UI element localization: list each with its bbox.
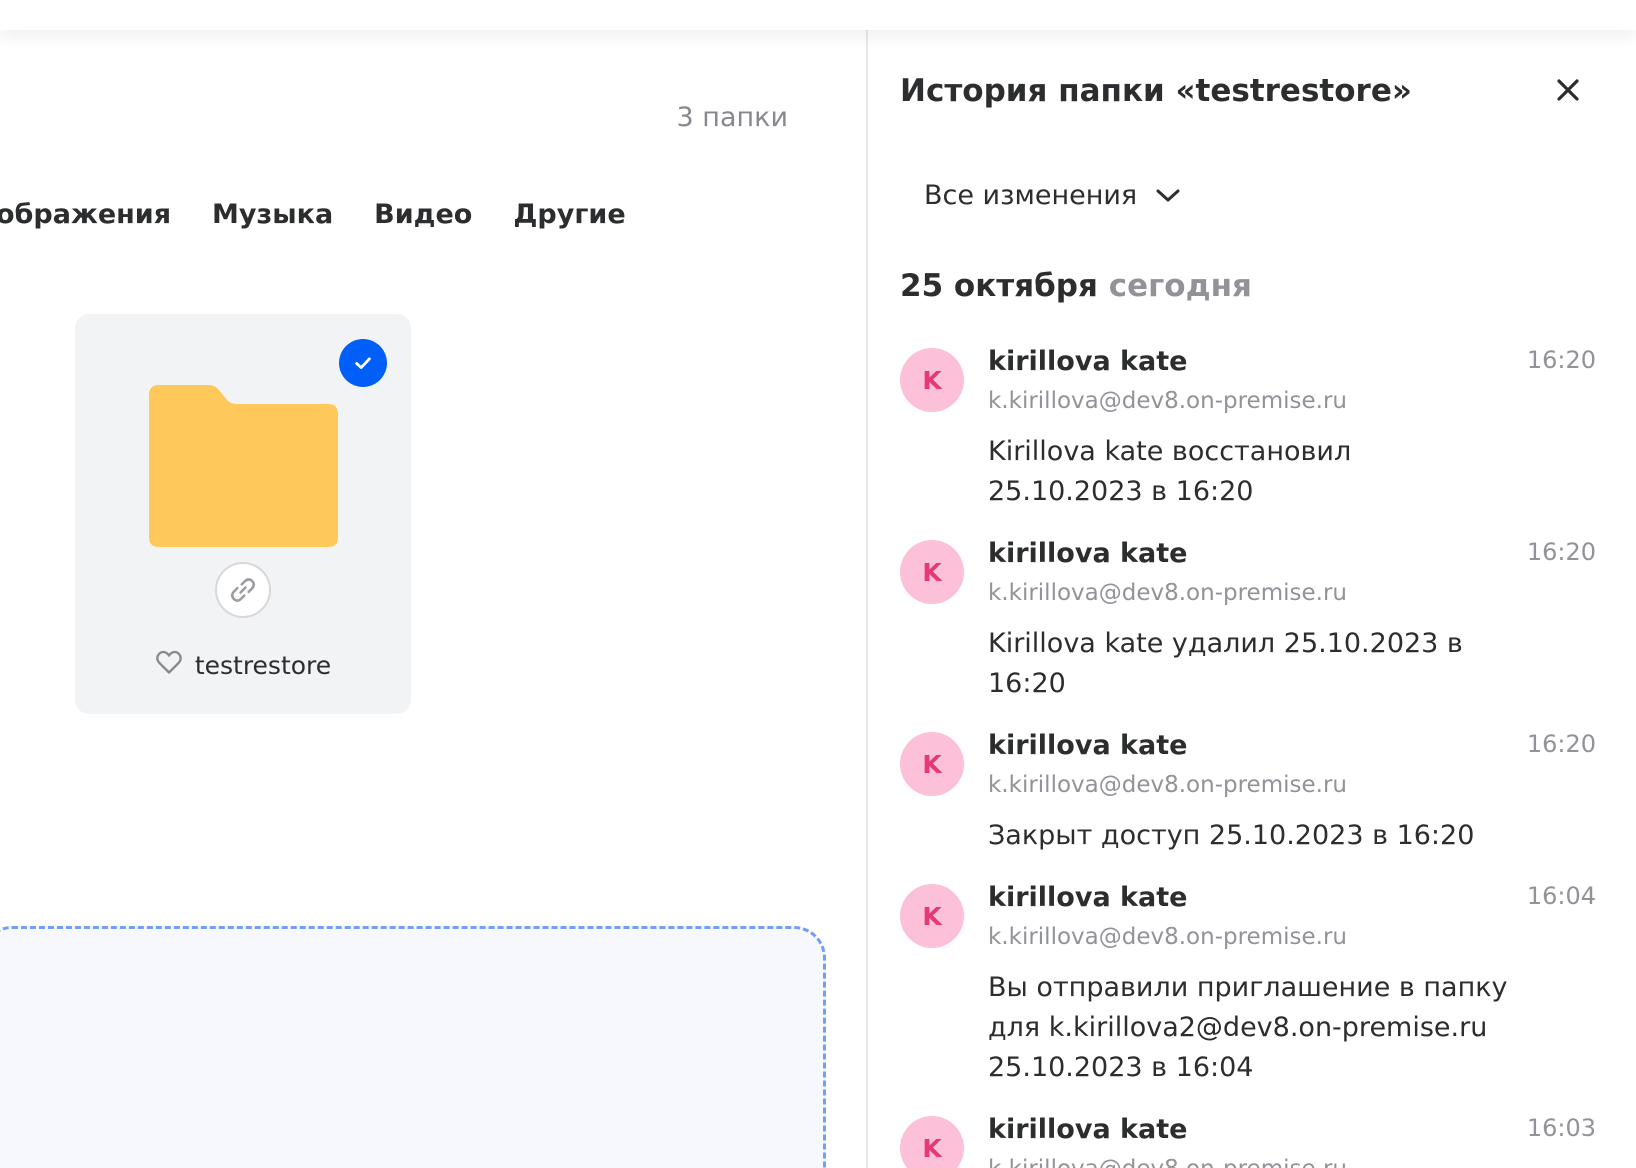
folder-icon [149, 385, 338, 547]
folder-name[interactable]: testrestore [195, 651, 331, 680]
main-area: 3 папки ображения Музыка Видео Другие te… [0, 0, 866, 1168]
selected-check-icon[interactable] [339, 339, 387, 387]
filter-tab-music[interactable]: Музыка [212, 199, 333, 230]
entry-description: Вы отправили приглашение в папку для k.k… [988, 972, 1508, 1083]
folder-card[interactable]: testrestore [75, 314, 411, 714]
entry-time: 16:20 [1526, 538, 1596, 566]
link-icon [230, 578, 256, 602]
top-bar [0, 0, 1636, 30]
chevron-down-icon [1156, 189, 1180, 201]
date-heading: 25 октября сегодня [900, 268, 1252, 304]
entry-time: 16:04 [1526, 882, 1596, 910]
filter-tab-video[interactable]: Видео [374, 199, 472, 230]
entry-user-name: kirillova kate [988, 346, 1188, 377]
date-label: 25 октября [900, 268, 1098, 304]
upload-dropzone[interactable] [0, 926, 826, 1168]
close-icon[interactable] [1550, 72, 1586, 108]
heart-icon[interactable] [155, 649, 183, 681]
avatar: K [900, 540, 964, 604]
entry-user-name: kirillova kate [988, 1114, 1188, 1145]
filter-tab-other[interactable]: Другие [513, 199, 625, 230]
entry-time: 16:03 [1526, 1114, 1596, 1142]
entry-user-email: k.kirillova@dev8.on-premise.ru [988, 924, 1347, 950]
type-filter-tabs: ображения Музыка Видео Другие [0, 199, 626, 230]
entry-user-email: k.kirillova@dev8.on-premise.ru [988, 388, 1347, 414]
avatar: K [900, 884, 964, 948]
entry-description: Закрыт доступ 25.10.2023 в 16:20 [988, 820, 1475, 851]
entry-user-email: k.kirillova@dev8.on-premise.ru [988, 580, 1347, 606]
avatar: K [900, 732, 964, 796]
folder-count: 3 папки [676, 102, 788, 133]
entry-description: Kirillova kate удалил 25.10.2023 в 16:20 [988, 628, 1463, 699]
entry-user-email: k.kirillova@dev8.on-premise.ru [988, 1156, 1347, 1168]
avatar: K [900, 1116, 964, 1168]
date-today-label: сегодня [1108, 268, 1252, 304]
entry-time: 16:20 [1526, 346, 1596, 374]
history-filter-label: Все изменения [924, 180, 1138, 211]
history-panel: История папки «testrestore» Все изменени… [868, 0, 1636, 1168]
entry-user-name: kirillova kate [988, 538, 1188, 569]
entry-user-email: k.kirillova@dev8.on-premise.ru [988, 772, 1347, 798]
share-link-button[interactable] [215, 562, 271, 618]
history-filter-dropdown[interactable]: Все изменения [924, 180, 1181, 211]
entry-user-name: kirillova kate [988, 730, 1188, 761]
entry-time: 16:20 [1526, 730, 1596, 758]
filter-tab-images[interactable]: ображения [0, 199, 171, 230]
avatar: K [900, 348, 964, 412]
entry-user-name: kirillova kate [988, 882, 1188, 913]
entry-description: Kirillova kate восстановил 25.10.2023 в … [988, 436, 1352, 507]
folder-name-row: testrestore [75, 649, 411, 681]
panel-title: История папки «testrestore» [900, 73, 1412, 109]
